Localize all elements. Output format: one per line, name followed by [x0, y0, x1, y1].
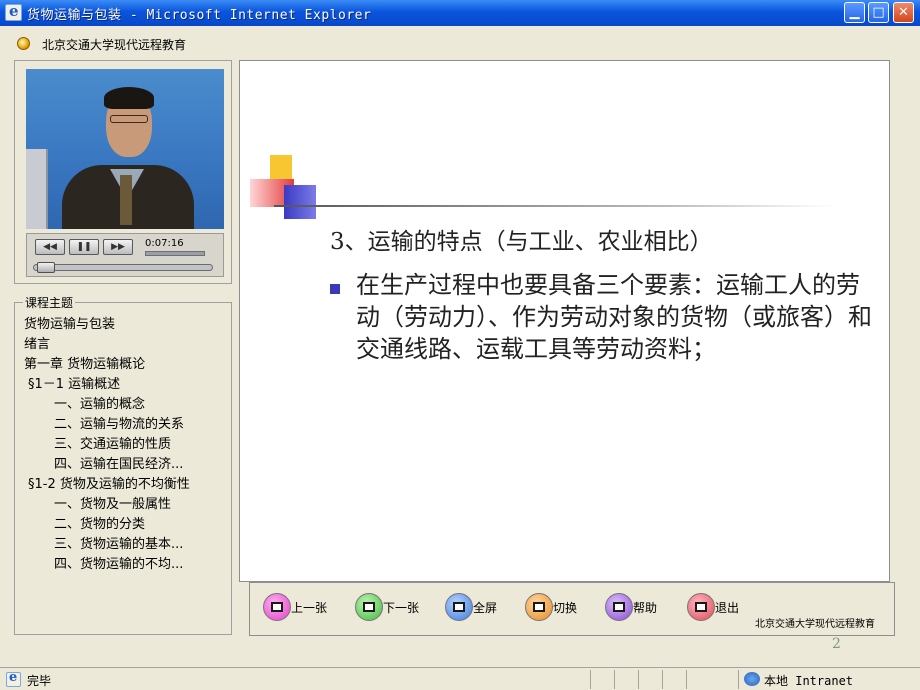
switch-label: 切换	[553, 601, 578, 615]
status-divider	[590, 670, 591, 689]
help-label: 帮助	[633, 601, 658, 615]
status-bar: 完毕 本地 Intranet	[0, 667, 920, 690]
outline-item[interactable]: 四、运输在国民经济...	[24, 455, 190, 475]
maximize-button[interactable]: □	[868, 2, 889, 23]
page-status-icon	[6, 670, 21, 687]
orange-circle-icon	[17, 37, 30, 50]
seek-handle[interactable]	[37, 262, 55, 273]
help-icon	[605, 593, 633, 621]
next-slide-label: 下一张	[383, 601, 420, 615]
outline-item[interactable]: 三、货物运输的基本...	[24, 535, 190, 555]
status-divider	[638, 670, 639, 689]
fullscreen-label: 全屏	[473, 601, 498, 615]
outline-item[interactable]: §1-2 货物及运输的不均衡性	[24, 475, 190, 495]
window-title: 货物运输与包装 - Microsoft Internet Explorer	[27, 8, 372, 23]
header-org-name: 北京交通大学现代远程教育	[42, 38, 187, 52]
course-outline: 课程主题 货物运输与包装 绪言 第一章 货物运输概论 §1－1 运输概述 一、运…	[14, 294, 232, 635]
title-divider-line	[274, 205, 834, 207]
slide-panel: 3、运输的特点（与工业、农业相比） 在生产过程中也要具备三个要素：运输工人的劳动…	[239, 60, 890, 582]
outline-list: 货物运输与包装 绪言 第一章 货物运输概论 §1－1 运输概述 一、运输的概念 …	[24, 315, 190, 575]
outline-item[interactable]: 一、运输的概念	[24, 395, 190, 415]
volume-slider[interactable]	[145, 251, 205, 256]
outline-item[interactable]: 第一章 货物运输概论	[24, 355, 190, 375]
presenter-tie	[120, 175, 132, 225]
outline-item[interactable]: 绪言	[24, 335, 190, 355]
outline-item[interactable]: 二、货物的分类	[24, 515, 190, 535]
outline-item[interactable]: 一、货物及一般属性	[24, 495, 190, 515]
outline-item[interactable]: §1－1 运输概述	[24, 375, 190, 395]
outline-item[interactable]: 四、货物运输的不均...	[24, 555, 190, 575]
exit-label: 退出	[715, 601, 740, 615]
pause-button[interactable]: ❚❚	[69, 239, 99, 255]
status-divider	[662, 670, 663, 689]
slide-page-number: 2	[832, 636, 841, 652]
background-shelf	[26, 149, 48, 229]
outline-legend: 课程主题	[23, 294, 76, 311]
player-controls: ◀◀ ❚❚ ▶▶ 0:07:16	[26, 233, 224, 277]
minimize-button[interactable]: ▁	[844, 2, 865, 23]
previous-slide-icon	[263, 593, 291, 621]
security-zone: 本地 Intranet	[764, 674, 854, 688]
status-divider	[686, 670, 687, 689]
title-bar: 货物运输与包装 - Microsoft Internet Explorer ▁ …	[0, 0, 920, 26]
ie-logo-icon	[5, 2, 22, 21]
bullet-square-icon	[330, 284, 340, 294]
video-frame[interactable]	[26, 69, 224, 229]
status-divider	[738, 670, 739, 689]
status-text: 完毕	[27, 674, 52, 688]
outline-item[interactable]: 三、交通运输的性质	[24, 435, 190, 455]
presenter-glasses	[110, 115, 148, 123]
forward-button[interactable]: ▶▶	[103, 239, 133, 255]
rewind-button[interactable]: ◀◀	[35, 239, 65, 255]
blue-square-decoration	[284, 185, 316, 219]
exit-icon	[687, 593, 715, 621]
close-button[interactable]: ✕	[893, 2, 914, 23]
fullscreen-icon	[445, 593, 473, 621]
slide-heading: 3、运输的特点（与工业、农业相比）	[330, 229, 713, 255]
outline-item[interactable]: 货物运输与包装	[24, 315, 190, 335]
video-player: ◀◀ ❚❚ ▶▶ 0:07:16	[14, 60, 232, 284]
presenter-hair	[104, 87, 154, 109]
prev-slide-label: 上一张	[291, 601, 328, 615]
seek-bar[interactable]	[33, 264, 213, 271]
switch-icon	[525, 593, 553, 621]
yellow-square-decoration	[270, 155, 292, 179]
slide-body-text: 在生产过程中也要具备三个要素：运输工人的劳动（劳动力）、作为劳动对象的货物（或旅…	[356, 271, 872, 363]
status-divider	[614, 670, 615, 689]
playback-time: 0:07:16	[145, 238, 184, 249]
outline-item[interactable]: 二、运输与物流的关系	[24, 415, 190, 435]
course-header: 北京交通大学现代远程教育	[0, 26, 920, 60]
next-slide-icon	[355, 593, 383, 621]
nav-org-name: 北京交通大学现代远程教育	[755, 619, 875, 630]
intranet-zone-icon	[744, 672, 760, 686]
